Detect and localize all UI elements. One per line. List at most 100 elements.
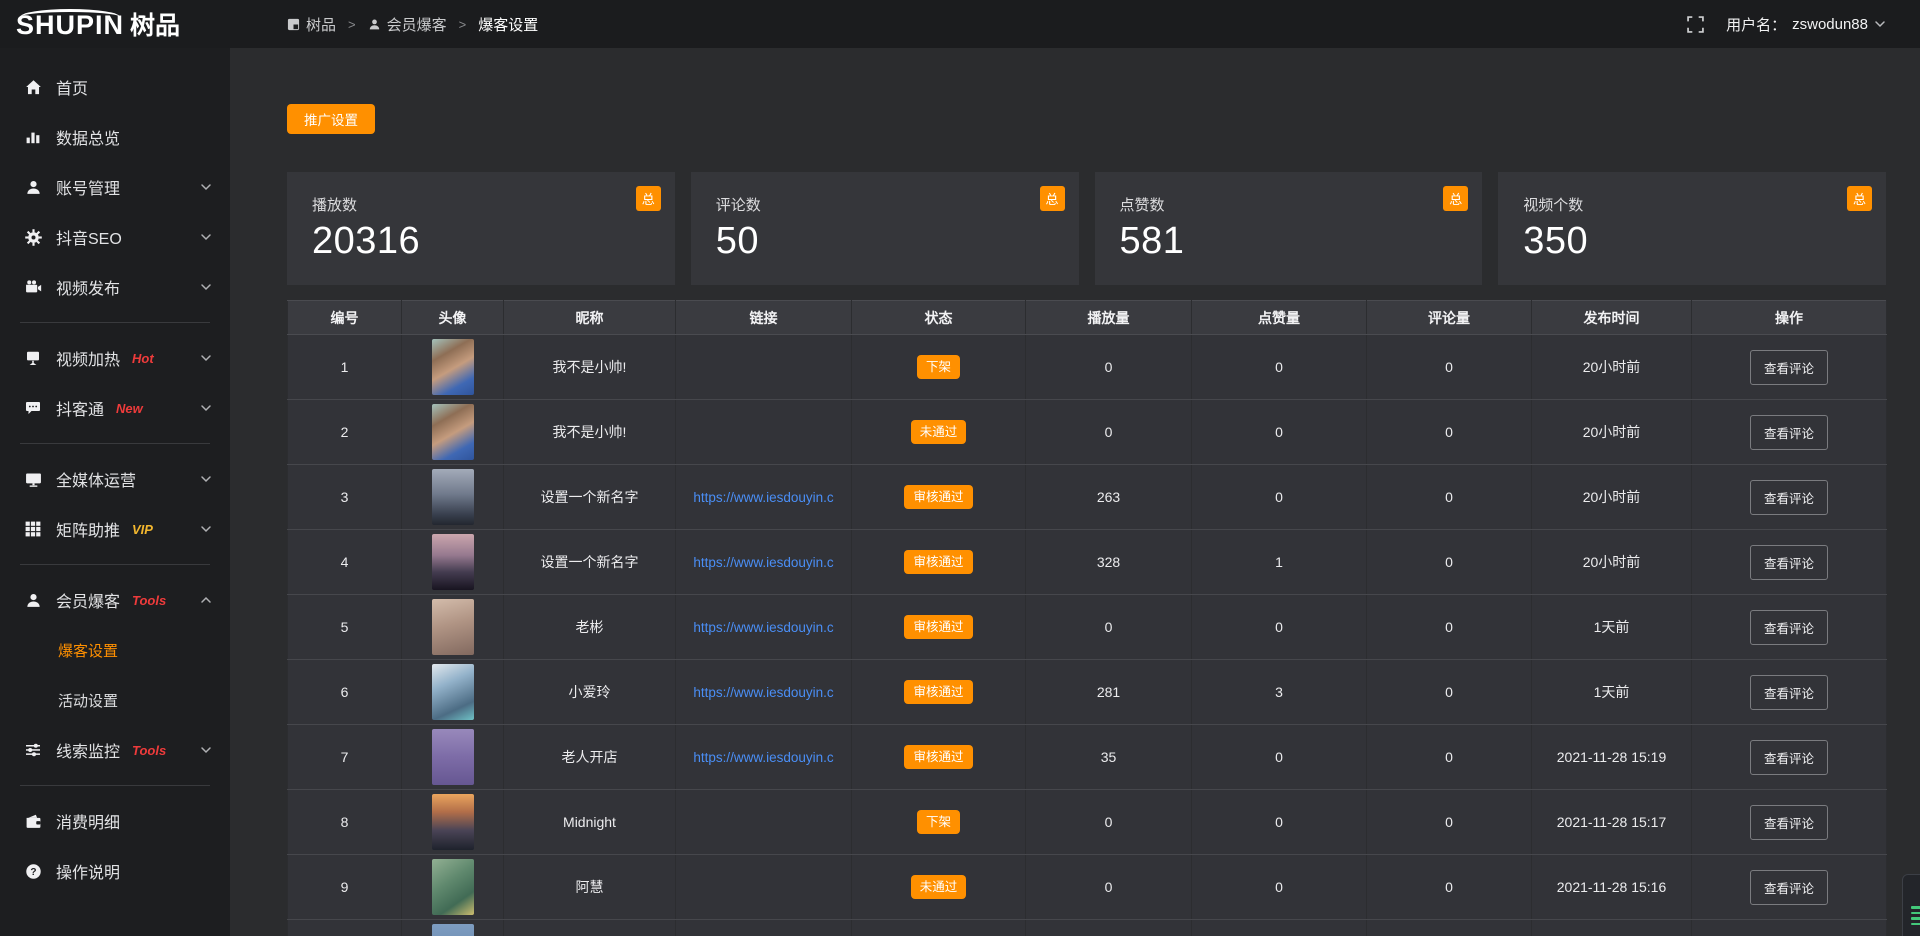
cell-action: 查看评论 bbox=[1692, 595, 1887, 660]
breadcrumb-item-member[interactable]: 会员爆客 bbox=[368, 14, 447, 35]
cell-nickname: 老人开店 bbox=[504, 725, 676, 790]
sidebar-item-label: 视频加热 bbox=[56, 346, 120, 370]
cell-avatar bbox=[402, 530, 504, 595]
cell-link: https://www.iesdouyin.c bbox=[676, 660, 852, 725]
table-row: 3 设置一个新名字 https://www.iesdouyin.c 审核通过 2… bbox=[288, 465, 1887, 530]
video-link[interactable]: https://www.iesdouyin.c bbox=[693, 555, 833, 570]
sidebar-subitem-activity-settings[interactable]: 活动设置 bbox=[0, 675, 230, 725]
video-link[interactable]: https://www.iesdouyin.c bbox=[693, 620, 833, 635]
cell-nickname: Midnight bbox=[504, 790, 676, 855]
sidebar-item-account[interactable]: 账号管理 bbox=[0, 162, 230, 212]
video-camera-icon bbox=[24, 278, 42, 296]
sidebar-item-media-operation[interactable]: 全媒体运营 bbox=[0, 454, 230, 504]
total-badge: 总 bbox=[1040, 186, 1065, 211]
cell-likes: 0 bbox=[1192, 400, 1367, 465]
view-comments-button[interactable]: 查看评论 bbox=[1750, 545, 1828, 580]
cell-link bbox=[676, 335, 852, 400]
view-comments-button[interactable]: 查看评论 bbox=[1750, 350, 1828, 385]
table-row: 6 小爱玲 https://www.iesdouyin.c 审核通过 281 3… bbox=[288, 660, 1887, 725]
table-row bbox=[288, 920, 1887, 936]
widget-bar bbox=[1911, 917, 1920, 920]
widget-bar bbox=[1911, 912, 1920, 915]
sidebar-subitem-baoke-settings[interactable]: 爆客设置 bbox=[0, 625, 230, 675]
sidebar-item-douyin-seo[interactable]: 抖音SEO bbox=[0, 212, 230, 262]
cell-time: 2021-11-28 15:17 bbox=[1532, 790, 1692, 855]
cell-nickname: 设置一个新名字 bbox=[504, 465, 676, 530]
sidebar-item-consumption-detail[interactable]: 消费明细 bbox=[0, 796, 230, 846]
col-header-plays: 播放量 bbox=[1026, 301, 1192, 335]
table-row: 9 阿慧 未通过 0 0 0 2021-11-28 15:16 查看评论 bbox=[288, 855, 1887, 920]
sliders-icon bbox=[24, 741, 42, 759]
col-header-comments: 评论量 bbox=[1367, 301, 1532, 335]
chevron-down-icon bbox=[200, 352, 212, 364]
sidebar-item-member-baoke[interactable]: 会员爆客 Tools bbox=[0, 575, 230, 625]
question-icon: ? bbox=[24, 862, 42, 880]
cell-time: 1天前 bbox=[1532, 660, 1692, 725]
table-header-row: 编号 头像 昵称 链接 状态 播放量 点赞量 评论量 发布时间 操作 bbox=[288, 301, 1887, 335]
breadcrumb-label: 树品 bbox=[306, 14, 336, 35]
chevron-down-icon bbox=[200, 231, 212, 243]
col-header-id: 编号 bbox=[288, 301, 402, 335]
fullscreen-icon[interactable] bbox=[1687, 16, 1704, 33]
cell-status: 审核通过 bbox=[852, 530, 1026, 595]
video-link[interactable]: https://www.iesdouyin.c bbox=[693, 490, 833, 505]
sidebar-item-data-overview[interactable]: 数据总览 bbox=[0, 112, 230, 162]
video-link[interactable]: https://www.iesdouyin.c bbox=[693, 685, 833, 700]
user-icon bbox=[368, 18, 381, 31]
total-badge: 总 bbox=[1443, 186, 1468, 211]
sidebar-item-matrix-boost[interactable]: 矩阵助推 VIP bbox=[0, 504, 230, 554]
sidebar-item-video-heat[interactable]: 视频加热 Hot bbox=[0, 333, 230, 383]
chevron-down-icon bbox=[200, 402, 212, 414]
sidebar-item-help[interactable]: ? 操作说明 bbox=[0, 846, 230, 896]
view-comments-button[interactable]: 查看评论 bbox=[1750, 805, 1828, 840]
sidebar-item-label: 账号管理 bbox=[56, 175, 120, 199]
view-comments-button[interactable]: 查看评论 bbox=[1750, 870, 1828, 905]
chevron-down-icon bbox=[200, 181, 212, 193]
cell-plays: 0 bbox=[1026, 855, 1192, 920]
sidebar-item-video-publish[interactable]: 视频发布 bbox=[0, 262, 230, 312]
chevron-up-icon bbox=[200, 594, 212, 606]
cell-time: 1天前 bbox=[1532, 595, 1692, 660]
cell-link: https://www.iesdouyin.c bbox=[676, 595, 852, 660]
cell-status: 审核通过 bbox=[852, 595, 1026, 660]
sidebar-divider bbox=[20, 443, 210, 444]
sidebar-item-home[interactable]: 首页 bbox=[0, 62, 230, 112]
video-link[interactable]: https://www.iesdouyin.c bbox=[693, 750, 833, 765]
promo-settings-button[interactable]: 推广设置 bbox=[287, 104, 375, 134]
user-menu[interactable]: 用户名： zswodun88 bbox=[1726, 14, 1886, 35]
view-comments-button[interactable]: 查看评论 bbox=[1750, 415, 1828, 450]
floating-widget[interactable] bbox=[1902, 874, 1920, 936]
view-comments-button[interactable]: 查看评论 bbox=[1750, 610, 1828, 645]
sidebar-item-label: 视频发布 bbox=[56, 275, 120, 299]
status-badge: 未通过 bbox=[911, 420, 967, 445]
status-badge: 下架 bbox=[917, 810, 960, 835]
status-badge: 审核通过 bbox=[904, 485, 972, 510]
user-icon bbox=[24, 178, 42, 196]
sidebar-item-label: 操作说明 bbox=[56, 859, 120, 883]
cell-comments: 0 bbox=[1367, 530, 1532, 595]
cell-action: 查看评论 bbox=[1692, 660, 1887, 725]
cell-comments: 0 bbox=[1367, 465, 1532, 530]
wallet-icon bbox=[24, 812, 42, 830]
sidebar-item-douketong[interactable]: 抖客通 New bbox=[0, 383, 230, 433]
breadcrumb-item-home[interactable]: 树品 bbox=[287, 14, 336, 35]
sidebar-item-label: 会员爆客 bbox=[56, 588, 120, 612]
col-header-likes: 点赞量 bbox=[1192, 301, 1367, 335]
cell-time: 20小时前 bbox=[1532, 465, 1692, 530]
cell-link: https://www.iesdouyin.c bbox=[676, 725, 852, 790]
cell-plays: 0 bbox=[1026, 595, 1192, 660]
breadcrumb-label: 会员爆客 bbox=[387, 14, 447, 35]
cell-likes: 0 bbox=[1192, 725, 1367, 790]
vip-tag: VIP bbox=[132, 522, 153, 537]
main-content: 推广设置 播放数 20316 总 评论数 50 总 点赞数 581 总 视频个数… bbox=[230, 48, 1920, 936]
widget-bar bbox=[1911, 906, 1920, 909]
cell-comments: 0 bbox=[1367, 595, 1532, 660]
sidebar-item-label: 矩阵助推 bbox=[56, 517, 120, 541]
stat-label: 播放数 bbox=[312, 194, 675, 215]
view-comments-button[interactable]: 查看评论 bbox=[1750, 740, 1828, 775]
breadcrumb-item-current: 爆客设置 bbox=[478, 14, 538, 35]
sidebar-item-clue-monitor[interactable]: 线索监控 Tools bbox=[0, 725, 230, 775]
view-comments-button[interactable]: 查看评论 bbox=[1750, 675, 1828, 710]
view-comments-button[interactable]: 查看评论 bbox=[1750, 480, 1828, 515]
breadcrumb-separator: > bbox=[348, 17, 356, 32]
